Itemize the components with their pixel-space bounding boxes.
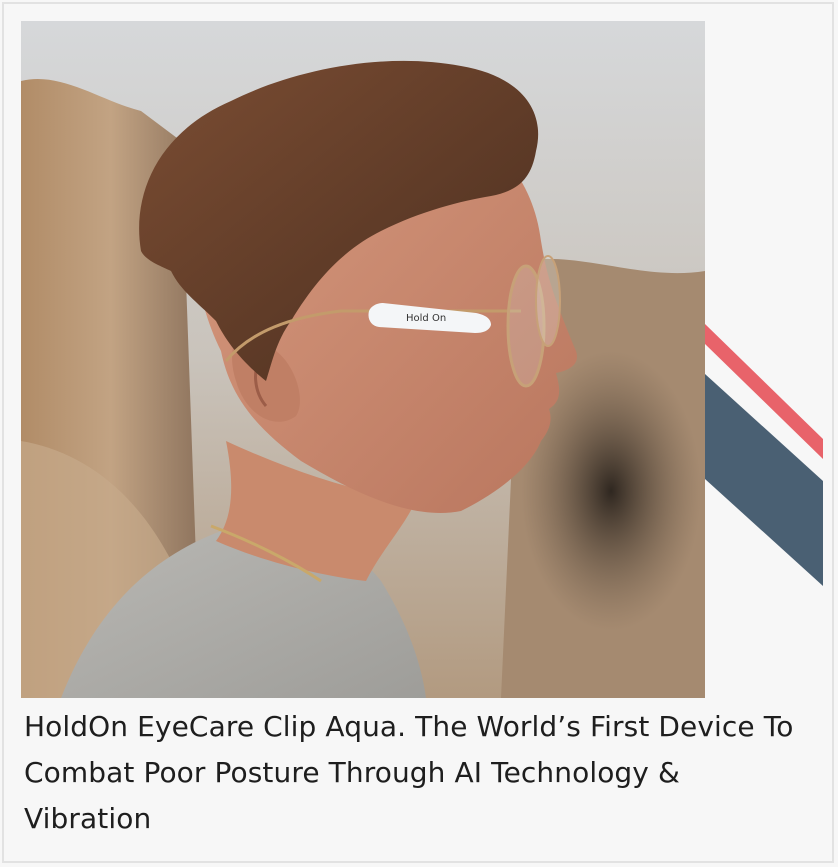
product-photo[interactable]: Hold On [21,21,705,698]
decorative-stripes [705,324,823,586]
product-caption[interactable]: HoldOn EyeCare Clip Aqua. The World’s Fi… [24,704,814,842]
clip-brand-text: Hold On [406,313,446,324]
product-card: Hold On HoldOn EyeCare Clip Aqua. The Wo… [2,2,834,863]
stripe-navy [705,374,823,586]
product-photo-illustration: Hold On [21,21,705,698]
